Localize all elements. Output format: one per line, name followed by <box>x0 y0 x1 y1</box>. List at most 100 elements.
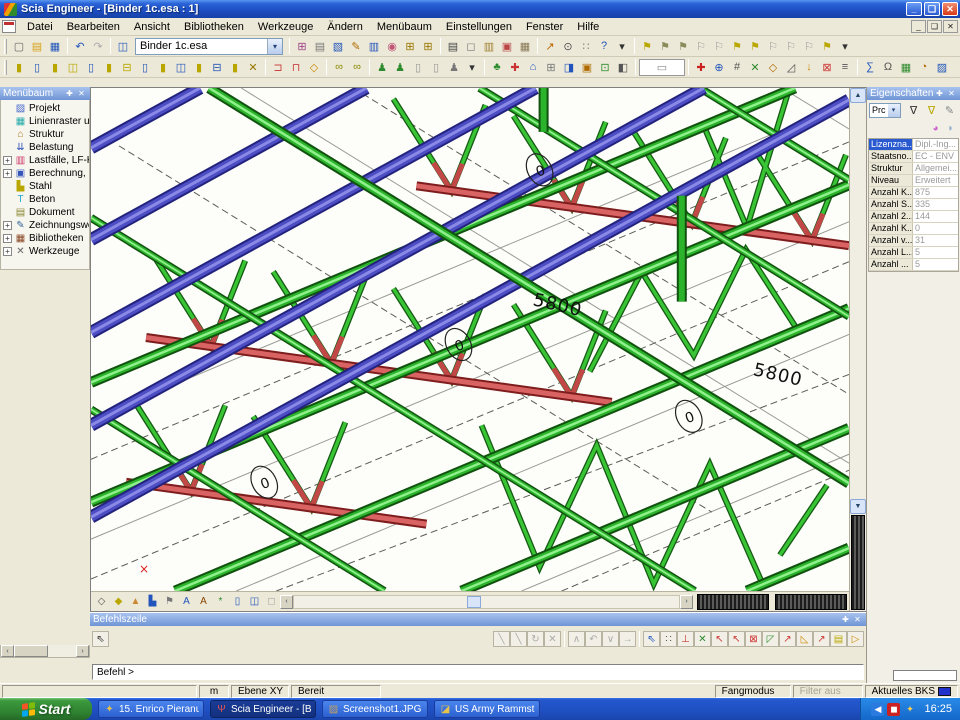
toolbar-icon[interactable]: ╲ <box>510 631 527 647</box>
status-snap-mode[interactable]: Fangmodus <box>715 685 791 698</box>
property-row[interactable]: Staatsno...EC - ENV <box>869 151 958 163</box>
toolbar-icon[interactable]: ◫ <box>64 59 82 76</box>
toolbar-icon[interactable]: ⚑ <box>746 38 764 55</box>
status-ucs[interactable]: Aktuelles BKS <box>865 685 958 698</box>
toolbar-grip[interactable] <box>4 60 7 75</box>
toolbar-icon[interactable]: ▷ <box>847 631 864 647</box>
toolbar-icon[interactable]: ↗ <box>541 38 559 55</box>
menu-werkzeuge[interactable]: Werkzeuge <box>251 19 320 35</box>
tree-item-berechnungfi[interactable]: +▣Berechnung, FI <box>1 167 89 180</box>
toolbar-icon[interactable]: ✕ <box>244 59 262 76</box>
tree-item-dokument[interactable]: ▤Dokument <box>1 206 89 219</box>
scroll-right-icon[interactable]: › <box>76 645 89 657</box>
close-icon[interactable]: ✕ <box>946 88 957 99</box>
toolbar-icon[interactable]: ▧ <box>329 38 347 55</box>
property-row[interactable]: Anzahl v...31 <box>869 235 958 247</box>
toolbar-icon[interactable]: ⌂ <box>524 59 542 76</box>
toolbar-icon[interactable]: ∑ <box>861 59 879 76</box>
toolbar-icon[interactable]: ╲ <box>493 631 510 647</box>
hide-icons-icon[interactable]: ◀ <box>871 703 884 716</box>
toolbar-icon[interactable]: ▮ <box>226 59 244 76</box>
property-row[interactable]: Anzahl K...875 <box>869 187 958 199</box>
toolbar-icon[interactable]: ⚐ <box>782 38 800 55</box>
menu-hilfe[interactable]: Hilfe <box>570 19 606 35</box>
minimize-button[interactable]: _ <box>906 2 922 16</box>
project-combobox[interactable]: Binder 1c.esa ▾ <box>135 38 283 55</box>
tree-item-belastung[interactable]: ⇊Belastung <box>1 141 89 154</box>
undo-icon[interactable]: ↶ <box>71 38 89 55</box>
toolbar-icon[interactable]: ▮ <box>154 59 172 76</box>
toolbar-icon[interactable]: ▦ <box>516 38 534 55</box>
dropdown-arrow-icon[interactable]: ▾ <box>463 59 481 76</box>
toolbar-icon[interactable]: ◇ <box>305 59 323 76</box>
toolbar-icon[interactable]: ⚑ <box>638 38 656 55</box>
ruler-icon[interactable]: ▯ <box>229 594 246 610</box>
toolbar-icon[interactable]: ∞ <box>330 59 348 76</box>
close-button[interactable]: ✕ <box>942 2 958 16</box>
property-row[interactable]: NiveauErweitert <box>869 175 958 187</box>
toolbar-icon[interactable]: ♟ <box>391 59 409 76</box>
toolbar-icon[interactable]: ⊐ <box>269 59 287 76</box>
toolbar-icon[interactable]: ▯ <box>136 59 154 76</box>
tree-expander-icon[interactable]: + <box>3 247 12 256</box>
toolbar-icon[interactable]: ▨ <box>933 59 951 76</box>
new-icon[interactable]: ▢ <box>10 38 28 55</box>
toolbar-icon[interactable]: ↗ <box>813 631 830 647</box>
toolbar-icon[interactable]: ▥ <box>365 38 383 55</box>
tree-expander-icon[interactable]: + <box>3 221 12 230</box>
taskbar-task[interactable]: ΨScia Engineer - [Bi... <box>210 700 316 718</box>
layout-icon[interactable]: ◫ <box>114 38 132 55</box>
toolbar-icon[interactable]: ✎ <box>347 38 365 55</box>
toolbar-icon[interactable]: ♟ <box>373 59 391 76</box>
toolbar-icon[interactable]: ◇ <box>764 59 782 76</box>
toolbar-icon[interactable]: ⊓ <box>287 59 305 76</box>
toolbar-icon[interactable]: ▯ <box>82 59 100 76</box>
filter-lightning-icon[interactable]: ∇ <box>923 102 941 119</box>
toolbar-icon[interactable]: ✕ <box>694 631 711 647</box>
pan-bar[interactable] <box>697 594 769 610</box>
zoom-icon[interactable]: ⊙ <box>559 38 577 55</box>
toolbar-icon[interactable]: ◿ <box>782 59 800 76</box>
tree-item-bibliotheken[interactable]: +▦Bibliotheken <box>1 232 89 245</box>
status-filter[interactable]: Filter aus <box>793 685 863 698</box>
dropdown-arrow-icon[interactable]: ▾ <box>836 38 854 55</box>
pie-chart-icon[interactable]: ◕ <box>928 121 943 135</box>
zoom-bar[interactable] <box>775 594 847 610</box>
toolbar-icon[interactable]: ▯ <box>427 59 445 76</box>
tree-expander-icon[interactable]: + <box>3 156 12 165</box>
combobox-arrow-icon[interactable]: ▾ <box>267 39 282 54</box>
toolbar-icon[interactable]: ▦ <box>897 59 915 76</box>
start-button[interactable]: Start <box>0 698 92 720</box>
menu-fenster[interactable]: Fenster <box>519 19 570 35</box>
updates-icon[interactable]: ✦ <box>903 703 916 716</box>
solid-view-icon[interactable]: ◆ <box>110 594 127 610</box>
toolbar-icon[interactable]: ◨ <box>560 59 578 76</box>
pin-icon[interactable]: ✚ <box>840 614 851 625</box>
chart-icon[interactable]: ▙ <box>144 594 161 610</box>
tree-item-stahl[interactable]: ▙Stahl <box>1 180 89 193</box>
vertical-scrollbar[interactable]: ▲ ▼ <box>849 88 866 611</box>
toolbar-icon[interactable]: ✚ <box>692 59 710 76</box>
select-icon[interactable]: ⇖ <box>643 631 660 647</box>
menu-ansicht[interactable]: Ansicht <box>127 19 177 35</box>
property-selector[interactable]: Prc ▾ <box>869 103 901 118</box>
toolbar-icon[interactable]: ∨ <box>602 631 619 647</box>
wireframe-icon[interactable]: ◇ <box>93 594 110 610</box>
scroll-left-icon[interactable]: ‹ <box>280 595 293 609</box>
toolbar-icon[interactable]: ⊥ <box>677 631 694 647</box>
tree-item-beton[interactable]: TBeton <box>1 193 89 206</box>
tree-item-struktur[interactable]: ⌂Struktur <box>1 128 89 141</box>
menu-ndern[interactable]: Ändern <box>320 19 369 35</box>
scroll-up-icon[interactable]: ▲ <box>850 88 866 103</box>
menu-menbaum[interactable]: Menübaum <box>370 19 439 35</box>
toolbar-icon[interactable]: ◉ <box>383 38 401 55</box>
toolbar-icon[interactable]: ▥ <box>480 38 498 55</box>
taskbar-task[interactable]: ▨Screenshot1.JPG -... <box>322 700 428 718</box>
toolbar-icon[interactable]: ⚑ <box>818 38 836 55</box>
status-plane[interactable]: Ebene XY <box>231 685 289 698</box>
toolbar-icon[interactable]: ▤ <box>311 38 329 55</box>
toolbar-icon[interactable]: ↻ <box>527 631 544 647</box>
toolbar-icon[interactable]: ⚐ <box>692 38 710 55</box>
brush-icon[interactable]: ◗ <box>943 121 958 135</box>
toolbar-icon[interactable]: ▣ <box>498 38 516 55</box>
